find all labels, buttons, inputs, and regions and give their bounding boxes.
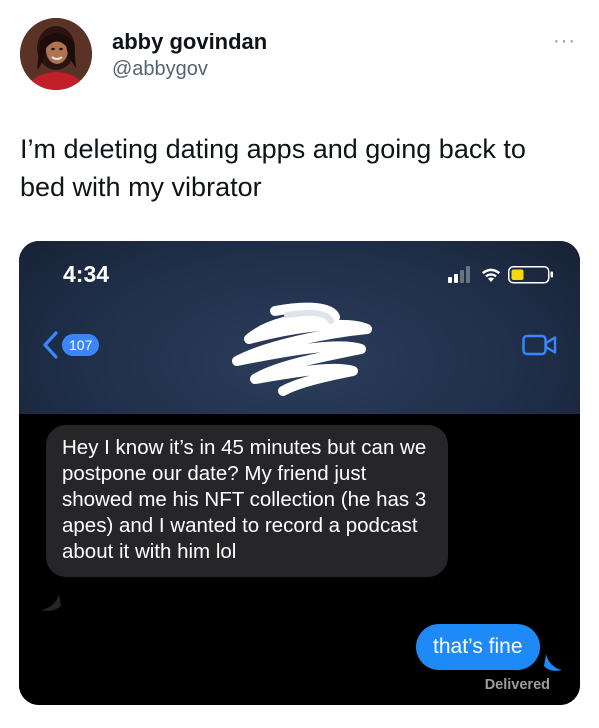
redaction-scribble xyxy=(232,302,372,396)
battery-icon xyxy=(508,266,553,284)
status-bar-icons xyxy=(448,264,558,284)
signal-icon xyxy=(448,266,470,283)
tweet-header: abby govindan @abbygov ··· xyxy=(20,18,580,94)
wifi-icon xyxy=(482,268,500,282)
more-options-icon[interactable]: ··· xyxy=(553,30,576,53)
back-chevron-icon xyxy=(43,331,58,359)
avatar-image xyxy=(20,18,92,90)
delivery-status: Delivered xyxy=(484,677,550,693)
status-bar-time: 4:34 xyxy=(63,261,110,287)
video-call-icon[interactable] xyxy=(522,333,558,357)
message-thread[interactable]: Hey I know it’s in 45 minutes but can we… xyxy=(19,414,580,705)
received-message[interactable]: Hey I know it’s in 45 minutes but can we… xyxy=(46,425,448,577)
tweet-text: I’m deleting dating apps and going back … xyxy=(20,134,526,202)
sent-message[interactable]: that’s fine xyxy=(416,624,540,670)
unread-count-badge: 107 xyxy=(62,334,100,356)
handle[interactable]: @abbygov xyxy=(112,56,267,82)
sent-bubble-tail xyxy=(544,654,562,671)
messages-header: 4:34 107 xyxy=(19,241,580,414)
received-bubble-tail xyxy=(41,594,61,611)
avatar[interactable] xyxy=(20,18,92,90)
tweet-author[interactable]: abby govindan @abbygov xyxy=(112,28,267,82)
display-name[interactable]: abby govindan xyxy=(112,28,267,56)
attached-screenshot[interactable]: 4:34 107 Hey I know it’s in 45 minutes b… xyxy=(19,241,580,705)
